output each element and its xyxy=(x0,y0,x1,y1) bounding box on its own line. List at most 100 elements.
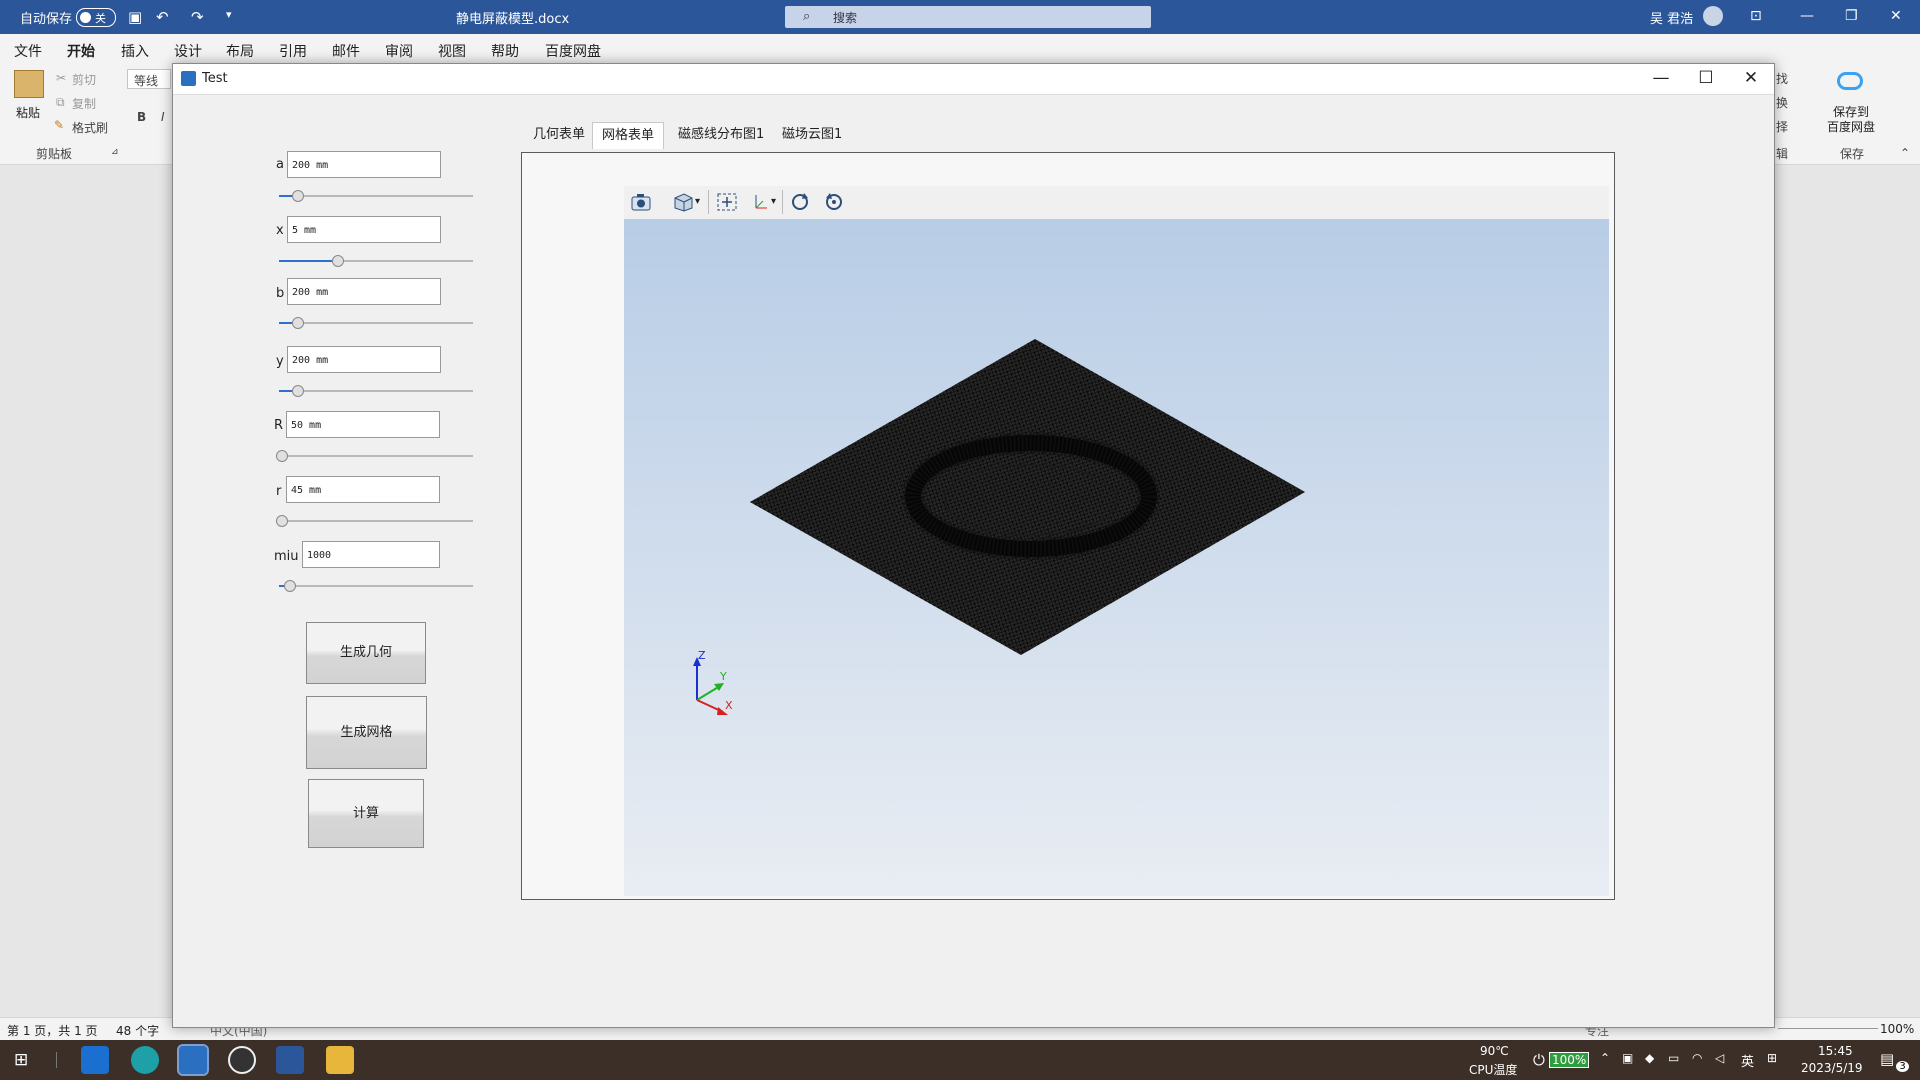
tray-chevron-icon[interactable]: ⌃ xyxy=(1600,1051,1610,1065)
undo-icon[interactable]: ↶ xyxy=(156,8,169,26)
ime-keyboard-icon[interactable]: ⊞ xyxy=(1767,1051,1777,1065)
tab-flux-line-plot[interactable]: 磁感线分布图1 xyxy=(669,122,773,148)
baidu-cloud-icon[interactable] xyxy=(1837,72,1863,90)
battery-indicator[interactable]: 100% xyxy=(1549,1052,1590,1068)
italic-button[interactable]: I xyxy=(161,110,165,124)
app-icon-1[interactable] xyxy=(81,1046,109,1074)
user-name[interactable]: 吴 君浩 xyxy=(1650,8,1693,27)
replace-label[interactable]: 换 xyxy=(1776,94,1788,111)
collapse-ribbon-icon[interactable]: ⌃ xyxy=(1900,146,1910,160)
rotate-ccw-icon[interactable] xyxy=(823,192,845,216)
copy-icon[interactable]: ⧉ xyxy=(56,95,65,110)
compute-button[interactable]: 计算 xyxy=(308,779,424,848)
param-input-R[interactable]: 50 mm xyxy=(286,411,440,438)
tab-mailings[interactable]: 邮件 xyxy=(332,41,360,61)
param-input-y[interactable]: 200 mm xyxy=(287,346,441,373)
axes-orientation-icon[interactable] xyxy=(748,192,770,216)
tab-mesh-form[interactable]: 网格表单 xyxy=(592,122,665,149)
tab-help[interactable]: 帮助 xyxy=(491,41,519,61)
generate-mesh-button[interactable]: 生成网格 xyxy=(306,696,427,769)
param-slider-b[interactable] xyxy=(279,317,473,329)
ribbon-display-icon[interactable]: ⊡ xyxy=(1750,8,1762,24)
tab-layout[interactable]: 布局 xyxy=(226,41,254,61)
format-painter-label[interactable]: 格式刷 xyxy=(72,119,108,136)
tray-icon-1[interactable]: ▣ xyxy=(1622,1051,1633,1065)
rotate-cw-icon[interactable] xyxy=(789,192,811,216)
param-input-x[interactable]: 5 mm xyxy=(287,216,441,243)
clock-time[interactable]: 15:45 xyxy=(1818,1044,1853,1058)
cpu-temp[interactable]: 90℃ xyxy=(1480,1044,1509,1058)
customize-qat-icon[interactable]: ▾ xyxy=(226,8,232,21)
cpu-temp-label[interactable]: CPU温度 xyxy=(1469,1061,1517,1078)
bold-button[interactable]: B xyxy=(137,110,146,124)
param-slider-y[interactable] xyxy=(279,385,473,397)
tab-view[interactable]: 视图 xyxy=(438,41,466,61)
param-slider-miu[interactable] xyxy=(279,580,473,592)
dialog-launcher-icon[interactable]: ⊿ xyxy=(111,147,119,157)
plug-icon[interactable]: ⏻ xyxy=(1533,1051,1545,1069)
close-icon[interactable]: ✕ xyxy=(1731,68,1771,88)
param-input-a[interactable]: 200 mm xyxy=(287,151,441,178)
cut-label[interactable]: 剪切 xyxy=(72,71,96,88)
word-icon[interactable] xyxy=(276,1046,304,1074)
zoom-slider[interactable] xyxy=(1778,1028,1878,1029)
copy-label[interactable]: 复制 xyxy=(72,95,96,112)
notification-icon[interactable]: ▤ xyxy=(1880,1050,1894,1068)
format-painter-icon[interactable]: ✎ xyxy=(54,118,64,132)
fit-view-icon[interactable] xyxy=(716,192,738,216)
battery-icon[interactable]: ▭ xyxy=(1668,1051,1679,1065)
param-slider-a[interactable] xyxy=(279,190,473,202)
avatar[interactable] xyxy=(1703,6,1723,26)
wifi-icon[interactable]: ◠ xyxy=(1692,1051,1702,1065)
screenshot-icon[interactable] xyxy=(630,192,652,216)
generate-geometry-button[interactable]: 生成几何 xyxy=(306,622,426,684)
windows-start-icon[interactable]: ⊞ xyxy=(14,1050,28,1070)
tab-baidu[interactable]: 百度网盘 xyxy=(545,41,601,61)
page-count[interactable]: 第 1 页，共 1 页 xyxy=(7,1022,98,1039)
axes-dropdown-icon[interactable]: ▾ xyxy=(771,196,776,207)
clock-date[interactable]: 2023/5/19 xyxy=(1801,1061,1863,1075)
param-slider-x[interactable] xyxy=(279,255,473,267)
param-input-r[interactable]: 45 mm xyxy=(286,476,440,503)
view-cube-icon[interactable] xyxy=(672,192,694,216)
minimize-icon[interactable]: — xyxy=(1641,68,1681,88)
zoom-level[interactable]: 100% xyxy=(1880,1022,1914,1036)
tab-file[interactable]: 文件 xyxy=(14,41,42,61)
edge-icon[interactable] xyxy=(131,1046,159,1074)
param-slider-R[interactable] xyxy=(276,450,473,462)
file-explorer-icon[interactable] xyxy=(326,1046,354,1074)
tab-review[interactable]: 审阅 xyxy=(385,41,413,61)
media-player-icon[interactable] xyxy=(228,1046,256,1074)
3d-viewer[interactable]: ▾ ▾ Z Y X xyxy=(624,186,1609,896)
close-icon[interactable]: ✕ xyxy=(1890,8,1902,24)
select-label[interactable]: 择 xyxy=(1776,118,1788,135)
cut-icon[interactable]: ✂ xyxy=(56,71,66,85)
volume-icon[interactable]: ◁ xyxy=(1715,1051,1724,1065)
find-label[interactable]: 找 xyxy=(1776,70,1788,87)
paste-label[interactable]: 粘贴 xyxy=(16,104,40,121)
maximize-icon[interactable]: ☐ xyxy=(1686,68,1726,88)
document-title[interactable]: 静电屏蔽模型.docx xyxy=(456,8,569,27)
paste-icon[interactable] xyxy=(14,70,44,98)
view-dropdown-icon[interactable]: ▾ xyxy=(695,196,700,207)
param-slider-r[interactable] xyxy=(276,515,473,527)
restore-icon[interactable]: ❐ xyxy=(1845,8,1858,24)
tab-field-cloud-plot[interactable]: 磁场云图1 xyxy=(773,122,851,148)
test-app-icon[interactable] xyxy=(177,1044,209,1076)
mesh-scene[interactable]: Z Y X xyxy=(624,219,1609,896)
save-icon[interactable]: ▣ xyxy=(128,8,142,26)
search-box[interactable]: ⌕ 搜索 xyxy=(785,6,1151,28)
param-input-miu[interactable]: 1000 xyxy=(302,541,440,568)
tray-icon-2[interactable]: ◆ xyxy=(1645,1051,1654,1065)
param-input-b[interactable]: 200 mm xyxy=(287,278,441,305)
ime-mode[interactable]: 英 xyxy=(1741,1051,1754,1070)
tab-design[interactable]: 设计 xyxy=(174,41,202,61)
tab-references[interactable]: 引用 xyxy=(279,41,307,61)
redo-icon[interactable]: ↷ xyxy=(191,8,204,26)
font-name-box[interactable]: 等线 (中 xyxy=(127,69,171,89)
autosave-toggle[interactable]: 关 xyxy=(76,8,116,27)
minimize-icon[interactable]: — xyxy=(1800,8,1814,24)
word-count[interactable]: 48 个字 xyxy=(116,1022,159,1039)
baidu-save-line2[interactable]: 百度网盘 xyxy=(1827,118,1875,135)
tab-geometry-form[interactable]: 几何表单 xyxy=(524,122,594,148)
